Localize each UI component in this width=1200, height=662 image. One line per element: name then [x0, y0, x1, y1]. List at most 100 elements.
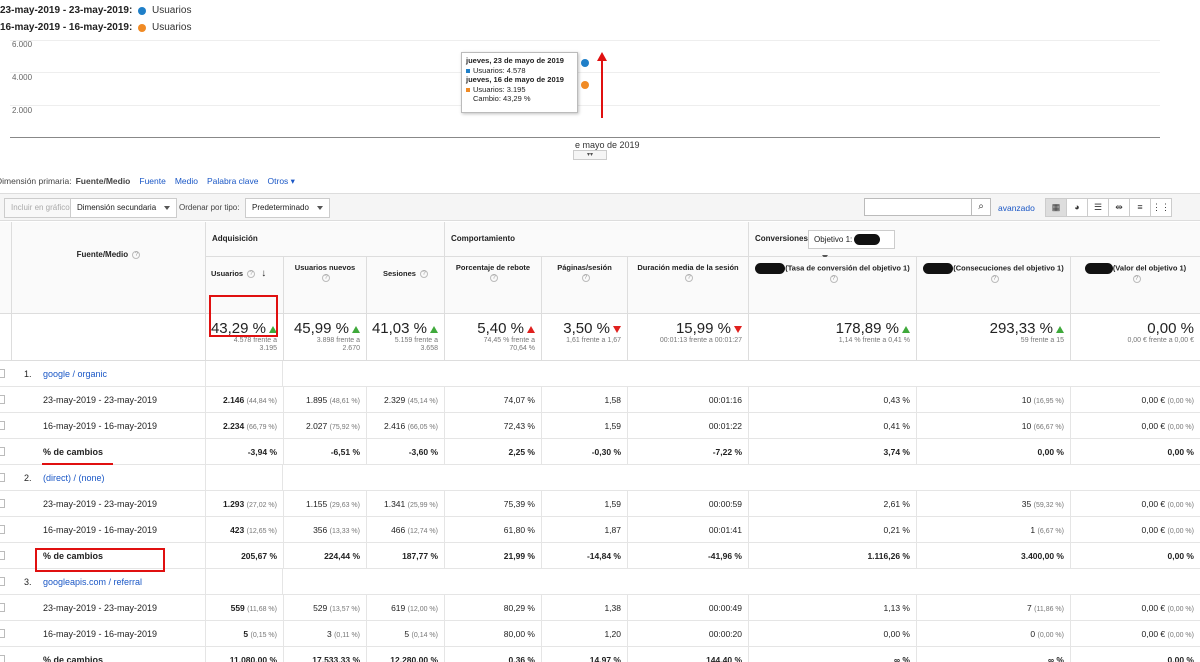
cell-valor: 0,00 € (0,00 %) — [1070, 387, 1200, 413]
primary-dimension-bar: Dimensión primaria: Fuente/Medio Fuente … — [0, 176, 295, 187]
dimension-option-fuente[interactable]: Fuente — [139, 176, 165, 187]
cell-nuevos: 356 (13,33 %) — [283, 517, 366, 543]
legend-dot-icon — [138, 6, 146, 15]
cell-rebote: 80,29 % — [444, 595, 541, 621]
include-in-chart-button[interactable]: Incluir en gráfico — [4, 198, 77, 218]
column-header-valor[interactable]: (Valor del objetivo 1)? — [1070, 257, 1200, 314]
tooltip-value-2: Usuarios: 3.195 — [473, 84, 526, 94]
sort-type-dropdown[interactable]: Predeterminado — [245, 198, 330, 218]
row-checkbox[interactable] — [0, 421, 5, 430]
help-icon[interactable]: ? — [490, 274, 498, 283]
cell-usuarios: 559 (11,68 %) — [205, 595, 283, 621]
chart-legend: 23-may-2019 - 23-may-2019: Usuarios 16-m… — [0, 2, 191, 36]
column-header-paginas[interactable]: Páginas/sesión? — [541, 257, 627, 314]
chart-tooltip: jueves, 23 de mayo de 2019 Usuarios: 4.5… — [461, 52, 578, 113]
cell-percent: (0,15 %) — [250, 632, 277, 639]
date-range-row: 23-may-2019 - 23-may-2019 2.146 (44,84 %)… — [0, 387, 1200, 413]
arrow-up-red-icon — [527, 325, 535, 333]
help-icon[interactable]: ? — [420, 270, 429, 279]
column-header-consecuciones[interactable]: (Consecuciones del objetivo 1)? — [916, 257, 1070, 314]
row-checkbox[interactable] — [0, 603, 5, 612]
arrow-up-icon — [902, 325, 910, 333]
source-medium-link[interactable]: google / organic — [43, 361, 107, 387]
redacted-mark — [923, 263, 954, 274]
term-cloud-view-icon[interactable]: ≡ — [1129, 198, 1151, 217]
dimension-column-header[interactable]: Fuente/Medio ? — [11, 222, 205, 314]
help-icon[interactable]: ? — [829, 275, 838, 284]
help-icon[interactable]: ? — [247, 270, 256, 279]
help-icon[interactable]: ? — [132, 250, 141, 259]
legend-date: 16-may-2019 - 16-may-2019: — [0, 22, 133, 33]
table-toolbar: Incluir en gráfico Dimensión secundaria … — [0, 193, 1200, 221]
source-medium-link[interactable]: (direct) / (none) — [43, 465, 105, 491]
row-checkbox[interactable] — [0, 629, 5, 638]
cell-percent: (0,00 %) — [1167, 528, 1194, 535]
summary-valor: 0,00 % 0,00 € frente a 0,00 € — [1070, 314, 1200, 361]
x-axis-line — [10, 137, 1160, 138]
dimension-option-medio[interactable]: Medio — [175, 176, 198, 187]
cell-percent: (45,14 %) — [407, 398, 438, 405]
pie-view-icon[interactable]: ◕ — [1066, 198, 1088, 217]
column-header-sesiones[interactable]: Sesiones ? — [366, 257, 444, 314]
column-header-tasa[interactable]: (Tasa de conversión del objetivo 1)? — [748, 257, 916, 314]
cell-usuarios: -3,94 % — [205, 439, 283, 465]
cell-divider — [205, 361, 283, 387]
redacted-mark — [1084, 263, 1113, 274]
goal-selector-dropdown[interactable]: Objetivo 1: — [808, 230, 895, 259]
cell-rebote: 74,07 % — [444, 387, 541, 413]
help-icon[interactable]: ? — [322, 274, 330, 283]
cell-percent: (27,02 %) — [246, 502, 277, 509]
legend-dot-icon — [138, 23, 146, 32]
cell-valor: 0,00 € (0,00 %) — [1070, 491, 1200, 517]
cell-percent: (0,14 %) — [411, 632, 438, 639]
collapse-chart-button[interactable]: ▾▾ — [573, 150, 607, 160]
search-input[interactable] — [864, 198, 972, 216]
help-icon[interactable]: ? — [1132, 275, 1141, 284]
legend-item: 16-may-2019 - 16-may-2019: Usuarios — [0, 19, 191, 36]
cell-rebote: 61,80 % — [444, 517, 541, 543]
cell-usuarios: 5 (0,15 %) — [205, 621, 283, 647]
table-view-icon[interactable]: ▦ — [1045, 198, 1067, 217]
row-checkbox[interactable] — [0, 369, 5, 378]
legend-label: Usuarios — [152, 5, 192, 16]
pivot-view-icon[interactable]: ⋮⋮ — [1150, 198, 1172, 217]
cell-percent: (66,79 %) — [246, 424, 277, 431]
help-icon[interactable]: ? — [685, 274, 693, 283]
cell-rebote: 0,36 % — [444, 647, 541, 662]
data-point-23-may[interactable] — [581, 58, 589, 67]
performance-view-icon[interactable]: ☰ — [1087, 198, 1109, 217]
dimension-more-dropdown[interactable]: Otros ▾ — [268, 176, 295, 187]
cell-tasa: 3,74 % — [748, 439, 916, 465]
search-icon[interactable]: ⌕ — [971, 198, 991, 216]
cell-usuarios: 423 (12,65 %) — [205, 517, 283, 543]
row-checkbox[interactable] — [0, 499, 5, 508]
cell-percent: (44,84 %) — [246, 398, 277, 405]
data-point-16-may[interactable] — [581, 81, 589, 90]
row-checkbox[interactable] — [0, 395, 5, 404]
cell-nuevos: 224,44 % — [283, 543, 366, 569]
cell-sesiones: 1.341 (25,99 %) — [366, 491, 444, 517]
column-header-usuarios-nuevos[interactable]: Usuarios nuevos? — [283, 257, 366, 314]
advanced-filter-link[interactable]: avanzado — [998, 203, 1035, 213]
cell-tasa: 1,13 % — [748, 595, 916, 621]
summary-tasa: 178,89 % 1,14 % frente a 0,41 % — [748, 314, 916, 361]
column-header-rebote[interactable]: Porcentaje de rebote? — [444, 257, 541, 314]
column-header-duracion[interactable]: Duración media de la sesión? — [627, 257, 748, 314]
secondary-dimension-dropdown[interactable]: Dimensión secundaria — [70, 198, 178, 218]
dimension-option-palabra-clave[interactable]: Palabra clave — [207, 176, 259, 187]
help-icon[interactable]: ? — [990, 275, 999, 284]
row-checkbox[interactable] — [0, 577, 5, 586]
row-checkbox[interactable] — [0, 551, 5, 560]
y-tick-label: 6.000 — [12, 40, 33, 49]
row-checkbox[interactable] — [0, 447, 5, 456]
row-checkbox[interactable] — [0, 473, 5, 482]
annotation-underline-direct — [42, 463, 113, 465]
cell-percent: (59,32 %) — [1033, 502, 1064, 509]
comparison-view-icon[interactable]: ⇹ — [1108, 198, 1130, 217]
cell-paginas: 1,38 — [541, 595, 627, 621]
source-medium-link[interactable]: googleapis.com / referral — [43, 569, 142, 595]
series-square-icon — [466, 87, 470, 92]
help-icon[interactable]: ? — [581, 274, 590, 283]
row-checkbox[interactable] — [0, 525, 5, 534]
row-checkbox[interactable] — [0, 655, 5, 662]
